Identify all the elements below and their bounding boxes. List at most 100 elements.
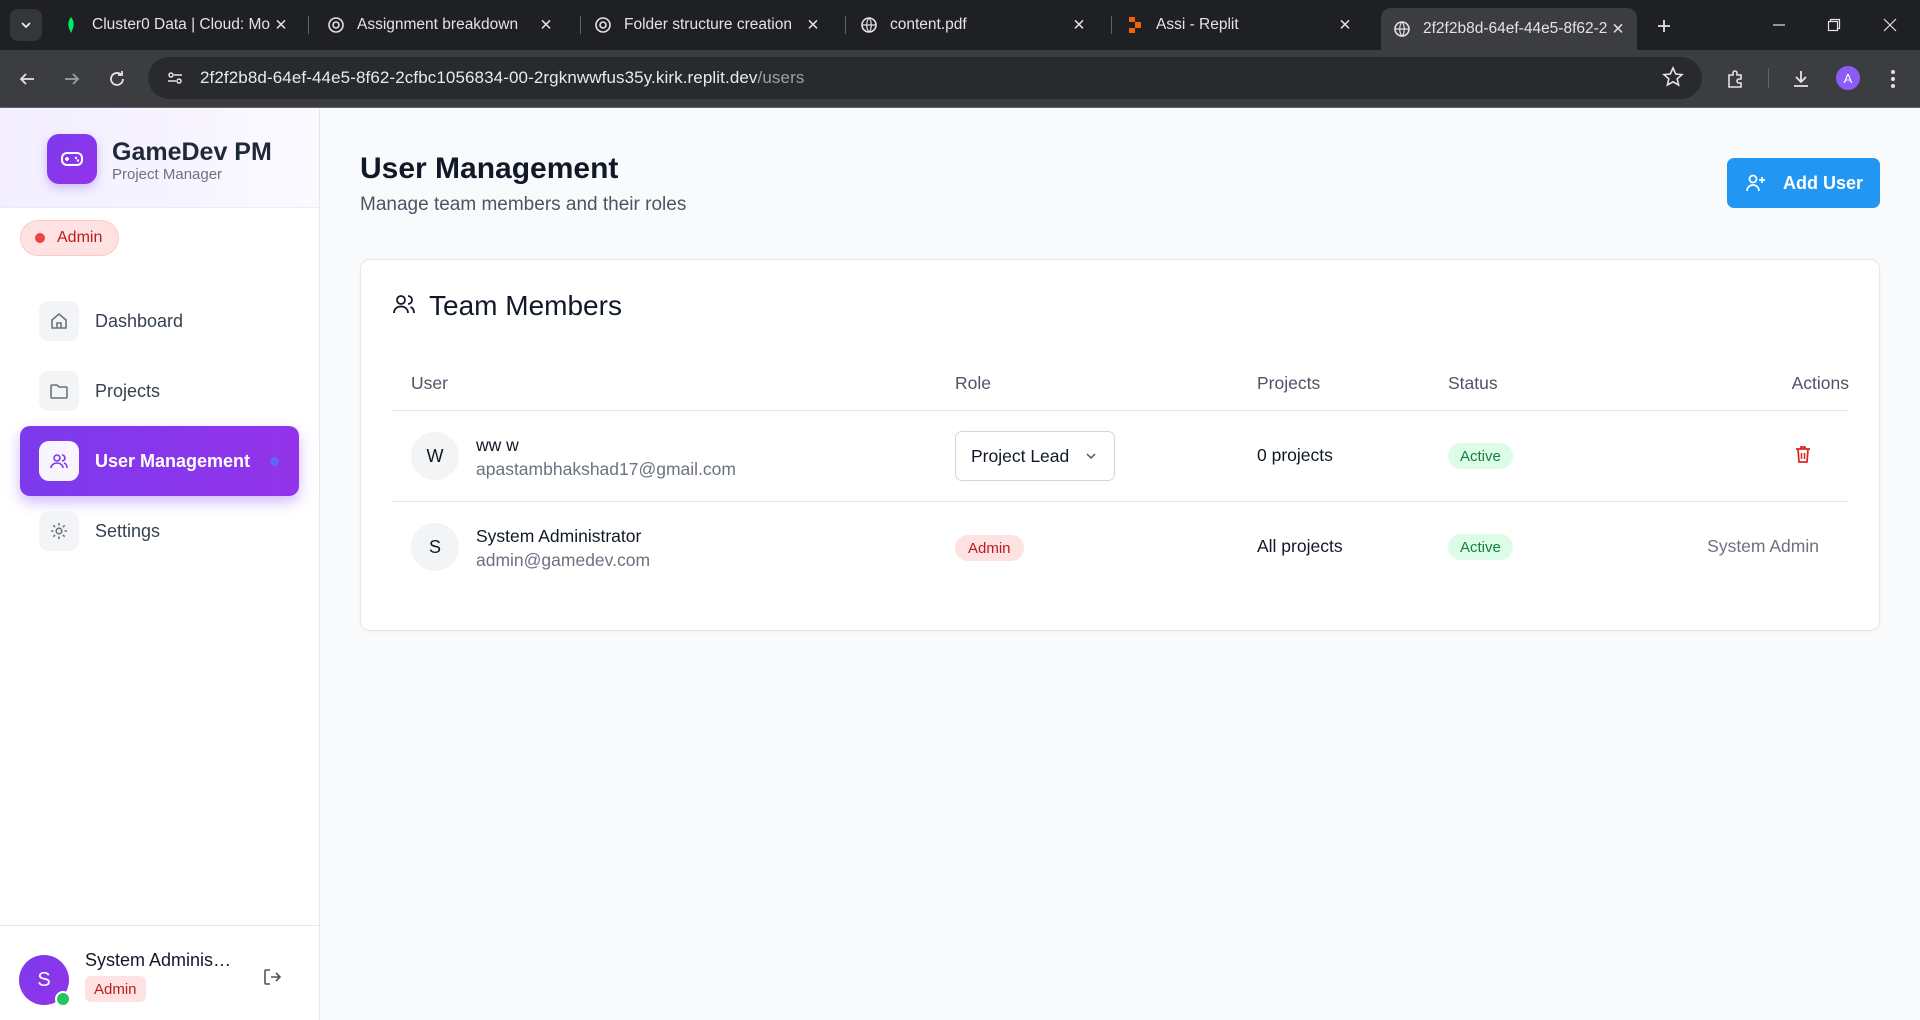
url-text: 2f2f2b8d-64ef-44e5-8f62-2cfbc1056834-00-… (200, 68, 804, 88)
browser-tab[interactable]: Folder structure creation ✕ (582, 8, 832, 42)
brand-header: GameDev PM Project Manager (0, 108, 319, 208)
gear-icon (39, 511, 79, 551)
role-badge: Admin (955, 535, 1024, 561)
chevron-down-icon (1084, 449, 1098, 463)
card-header: Team Members (391, 290, 622, 322)
chevron-down-icon (21, 22, 31, 29)
browser-tab-active[interactable]: 2f2f2b8d-64ef-44e5-8f62-2cfbc1056834-00-… (1381, 8, 1637, 50)
puzzle-icon (1728, 70, 1742, 88)
minimize-icon (1773, 24, 1785, 26)
close-tab-icon[interactable]: ✕ (535, 14, 557, 36)
folder-icon (39, 371, 79, 411)
site-info-icon[interactable] (164, 67, 186, 89)
address-bar[interactable]: 2f2f2b8d-64ef-44e5-8f62-2cfbc1056834-00-… (148, 57, 1702, 99)
tab-title: Folder structure creation (624, 16, 792, 33)
column-header-actions: Actions (1791, 373, 1849, 393)
role-select-value: Project Lead (971, 445, 1070, 466)
close-tab-icon[interactable]: ✕ (270, 14, 292, 36)
current-user-name: System Administrator (85, 950, 235, 970)
user-email: admin@gamedev.com (476, 550, 651, 570)
url-path: /users (757, 68, 805, 87)
arrow-right-icon (65, 73, 80, 85)
delete-user-button[interactable] (1794, 444, 1812, 464)
status-badge: Active (1448, 443, 1513, 469)
home-icon (39, 301, 79, 341)
tab-title: Cluster0 Data | Cloud: MongoDB Cloud (92, 16, 270, 33)
nav-label: User Management (95, 450, 251, 471)
bookmark-star-icon[interactable] (1662, 66, 1684, 93)
download-icon (1794, 71, 1808, 87)
new-tab-button[interactable] (1650, 12, 1678, 40)
toolbar-divider (1768, 68, 1769, 88)
current-role-badge: Admin (20, 220, 120, 256)
extensions-button[interactable] (1719, 62, 1753, 96)
table-row: S System Administrator admin@gamedev.com… (391, 502, 1849, 592)
globe-icon (1393, 20, 1411, 38)
users-icon (391, 291, 417, 322)
table-row: W ww w apastambhakshad17@gmail.com Proje… (391, 411, 1849, 501)
status-dot (35, 233, 45, 243)
nav-label: Dashboard (95, 310, 184, 331)
close-tab-icon[interactable]: ✕ (1068, 14, 1090, 36)
role-select[interactable]: Project Lead (955, 431, 1115, 481)
plus-icon (1658, 20, 1670, 32)
downloads-button[interactable] (1784, 62, 1818, 96)
browser-tab-bar: Cluster0 Data | Cloud: MongoDB Cloud ✕ A… (0, 0, 1920, 50)
card-title: Team Members (429, 290, 622, 321)
browser-profile-avatar[interactable]: A (1836, 66, 1860, 90)
user-name: ww w (476, 435, 519, 455)
sidebar-item-settings[interactable]: Settings (20, 496, 299, 566)
brand-name: GameDev PM (112, 138, 272, 166)
close-tab-icon[interactable]: ✕ (1334, 14, 1356, 36)
tab-search-button[interactable] (10, 9, 42, 41)
current-user-role-badge: Admin (85, 976, 146, 1002)
browser-tab[interactable]: Cluster0 Data | Cloud: MongoDB Cloud ✕ (50, 8, 300, 42)
logout-icon[interactable] (262, 967, 282, 992)
page-subtitle: Manage team members and their roles (360, 194, 687, 215)
close-tab-icon[interactable]: ✕ (1607, 18, 1629, 40)
add-user-label: Add User (1783, 172, 1864, 193)
openai-icon (327, 16, 345, 34)
close-window-button[interactable] (1862, 0, 1918, 50)
url-host: 2f2f2b8d-64ef-44e5-8f62-2cfbc1056834-00-… (200, 68, 758, 87)
restore-button[interactable] (1806, 0, 1862, 50)
avatar: W (411, 432, 459, 480)
sidebar-item-dashboard[interactable]: Dashboard (20, 286, 299, 356)
action-note: System Admin (1707, 536, 1819, 556)
current-user-panel: S System Administrator Admin (0, 925, 319, 1020)
page-title: User Management (360, 152, 619, 185)
browser-tab[interactable]: content.pdf ✕ (848, 8, 1098, 42)
column-header-user: User (411, 373, 448, 393)
online-status-dot (55, 991, 71, 1007)
minimize-button[interactable] (1751, 0, 1807, 50)
column-header-status: Status (1448, 373, 1498, 393)
nav-label: Settings (95, 520, 161, 541)
back-button[interactable] (10, 62, 44, 96)
sidebar-item-projects[interactable]: Projects (20, 356, 299, 426)
project-count: 0 projects (1257, 445, 1333, 465)
gamepad-icon (47, 134, 97, 184)
user-name: System Administrator (476, 526, 642, 546)
reload-icon (110, 71, 124, 86)
close-icon (1883, 18, 1897, 32)
tab-title: content.pdf (890, 16, 967, 33)
browser-menu-button[interactable] (1876, 62, 1910, 96)
close-tab-icon[interactable]: ✕ (802, 14, 824, 36)
tab-title: Assignment breakdown (357, 16, 519, 33)
role-badge-label: Admin (57, 229, 103, 246)
browser-tab[interactable]: Assignment breakdown ✕ (315, 8, 565, 42)
main-content: User Management Manage team members and … (321, 108, 1920, 1020)
more-vertical-icon (1891, 70, 1895, 88)
project-count: All projects (1257, 536, 1343, 556)
browser-tab[interactable]: Assi - Replit ✕ (1114, 8, 1364, 42)
avatar: S (411, 523, 459, 571)
sidebar-item-user-management[interactable]: User Management (20, 426, 299, 496)
reload-button[interactable] (100, 62, 134, 96)
forward-button[interactable] (55, 62, 89, 96)
arrow-left-icon (19, 73, 34, 85)
add-user-button[interactable]: Add User (1727, 158, 1880, 208)
replit-icon (1126, 16, 1144, 34)
trash-icon (1796, 446, 1810, 463)
column-header-projects: Projects (1257, 373, 1321, 393)
tab-title: Assi - Replit (1156, 16, 1239, 33)
